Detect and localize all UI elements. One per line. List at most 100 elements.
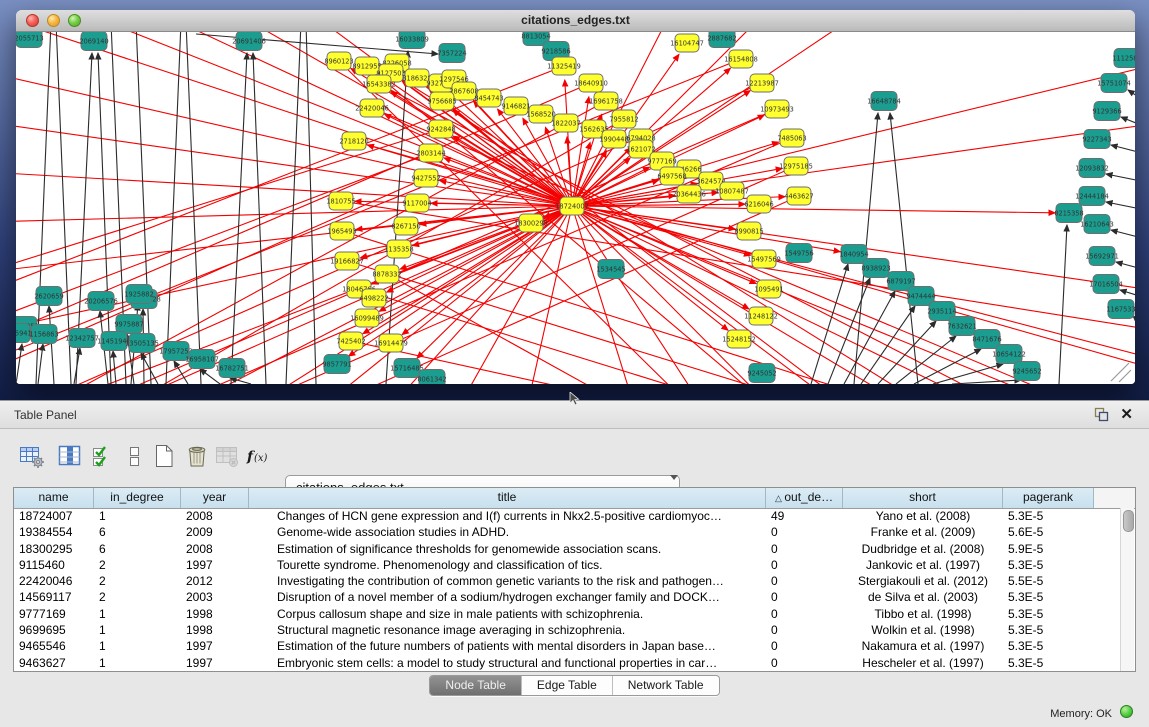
- new-table-icon[interactable]: [150, 443, 178, 471]
- table-row[interactable]: 969969511998Structural magnetic resonanc…: [14, 622, 1135, 638]
- network-node-label: 10973493: [760, 105, 794, 113]
- cell-pagerank: 5.3E-5: [1003, 589, 1094, 605]
- window-titlebar[interactable]: citations_edges.txt: [16, 10, 1135, 32]
- delete-table-icon[interactable]: [183, 443, 211, 471]
- network-node-label: 1810755: [326, 197, 355, 205]
- network-node-label: 1965493: [327, 227, 356, 235]
- network-canvas[interactable]: 2055713206914020691406160338097357224881…: [16, 32, 1135, 384]
- table-row[interactable]: 1938455462009Genome-wide association stu…: [14, 524, 1135, 540]
- network-node-label: 8267150: [391, 222, 420, 230]
- cell-in_degree: 2: [94, 557, 181, 573]
- cell-year: 1998: [181, 622, 249, 638]
- cell-in_degree: 1: [94, 508, 181, 524]
- network-node-label: 1167533: [1106, 305, 1135, 313]
- table-row[interactable]: 946362711997Embryonic stem cells: a mode…: [14, 655, 1135, 671]
- column-header-short[interactable]: short: [843, 488, 1003, 508]
- cell-year: 2003: [181, 589, 249, 605]
- cell-in_degree: 2: [94, 589, 181, 605]
- select-rows-icon[interactable]: [88, 443, 116, 471]
- resize-grip[interactable]: [1111, 363, 1131, 382]
- cell-in_degree: 1: [94, 622, 181, 638]
- network-node-label: 10807487: [715, 187, 749, 195]
- network-node-label: 7357224: [437, 49, 466, 57]
- table-tabs-wrap: Node TableEdge TableNetwork Table: [0, 675, 1149, 696]
- cell-year: 2008: [181, 508, 249, 524]
- table-panel-title: Table Panel: [14, 408, 77, 422]
- column-header-year[interactable]: year: [181, 488, 249, 508]
- column-header-out_de[interactable]: △ out_de…: [766, 488, 843, 508]
- network-node-label: 18300295: [514, 219, 548, 227]
- float-panel-icon[interactable]: [1094, 407, 1109, 422]
- table-scrollbar-thumb[interactable]: [1123, 510, 1134, 532]
- cell-year: 2008: [181, 541, 249, 557]
- show-column-icon[interactable]: [56, 443, 84, 471]
- network-node-label: 16914479: [374, 339, 408, 347]
- column-header-pagerank[interactable]: pagerank: [1003, 488, 1094, 508]
- function-builder-icon[interactable]: f(x): [246, 443, 274, 471]
- network-node-label: 16961758: [589, 97, 623, 105]
- network-node-label: 11325419: [547, 62, 581, 70]
- close-panel-icon[interactable]: ✕: [1120, 405, 1133, 423]
- column-header-in_degree[interactable]: in_degree: [94, 488, 181, 508]
- cell-title: Changes of HCN gene expression and I(f) …: [249, 508, 766, 524]
- memory-status-indicator: [1120, 705, 1133, 718]
- cell-out_de: 0: [766, 524, 843, 540]
- network-node-label: 2718120: [339, 137, 368, 145]
- network-node-label: 16958107: [185, 355, 219, 363]
- cell-title: Corpus callosum shape and size in male p…: [249, 606, 766, 622]
- network-node-label: 1156863: [29, 330, 58, 338]
- table-settings-icon[interactable]: [18, 443, 46, 471]
- table-row[interactable]: 946554611997Estimation of the future num…: [14, 638, 1135, 654]
- cell-name: 9463627: [14, 655, 94, 671]
- table-row[interactable]: 2242004622012Investigating the contribut…: [14, 573, 1135, 589]
- network-node-label: 16154808: [724, 55, 758, 63]
- cell-name: 9699695: [14, 622, 94, 638]
- network-node-label: 19166827: [330, 257, 364, 265]
- column-header-name[interactable]: name: [14, 488, 94, 508]
- table-row[interactable]: 1456911722003Disruption of a novel membe…: [14, 589, 1135, 605]
- cell-year: 1997: [181, 638, 249, 654]
- network-node-label: 9218586: [541, 47, 570, 55]
- network-node-label: 1568520: [526, 110, 555, 118]
- cell-year: 2012: [181, 573, 249, 589]
- network-node-label: 12093832: [1075, 164, 1109, 172]
- cell-short: Wolkin et al. (1998): [843, 622, 1003, 638]
- cell-pagerank: 5.3E-5: [1003, 508, 1094, 524]
- network-node-label: 17957253: [159, 347, 193, 355]
- tab-node-table[interactable]: Node Table: [430, 676, 521, 695]
- cell-out_de: 0: [766, 655, 843, 671]
- column-header-title[interactable]: title: [249, 488, 766, 508]
- tab-network-table[interactable]: Network Table: [612, 676, 719, 695]
- network-node-label: 9427552: [411, 174, 440, 182]
- table-row[interactable]: 1830029562008Estimation of significance …: [14, 541, 1135, 557]
- cell-name: 9777169: [14, 606, 94, 622]
- network-node-label: 1990448: [599, 135, 628, 143]
- cell-short: Nakamura et al. (1997): [843, 638, 1003, 654]
- network-node-label: 1112586: [1112, 54, 1135, 62]
- table-scrollbar[interactable]: [1120, 508, 1134, 671]
- table-row[interactable]: 911546021997Tourette syndrome. Phenomeno…: [14, 557, 1135, 573]
- cell-pagerank: 5.3E-5: [1003, 622, 1094, 638]
- network-node-label: 2069140: [79, 37, 108, 45]
- network-node-label: 18724007: [555, 202, 589, 210]
- table-row[interactable]: 1872400712008Changes of HCN gene express…: [14, 508, 1135, 524]
- memory-status-label: Memory: OK: [1050, 708, 1112, 720]
- network-node-label: 12213987: [745, 79, 779, 87]
- network-node-label: 9975887: [114, 320, 143, 328]
- application-screen: citations_edges.txt 20557132069140206914…: [0, 0, 1149, 727]
- network-node-label: 1840954: [839, 250, 868, 258]
- cell-pagerank: 5.5E-5: [1003, 573, 1094, 589]
- network-node-label: 8471676: [972, 335, 1001, 343]
- network-node-label: 2887682: [707, 34, 736, 42]
- network-node-label: 1135358: [384, 245, 413, 253]
- network-node-label: 8878332: [372, 270, 401, 278]
- cell-pagerank: 5.3E-5: [1003, 638, 1094, 654]
- row-checkbox-icon[interactable]: [120, 443, 148, 471]
- table-tabs: Node TableEdge TableNetwork Table: [429, 675, 719, 696]
- tab-edge-table[interactable]: Edge Table: [521, 676, 612, 695]
- cell-in_degree: 6: [94, 541, 181, 557]
- cell-title: Estimation of the future numbers of pati…: [249, 638, 766, 654]
- cell-out_de: 0: [766, 638, 843, 654]
- cell-name: 19384554: [14, 524, 94, 540]
- table-row[interactable]: 977716911998Corpus callosum shape and si…: [14, 606, 1135, 622]
